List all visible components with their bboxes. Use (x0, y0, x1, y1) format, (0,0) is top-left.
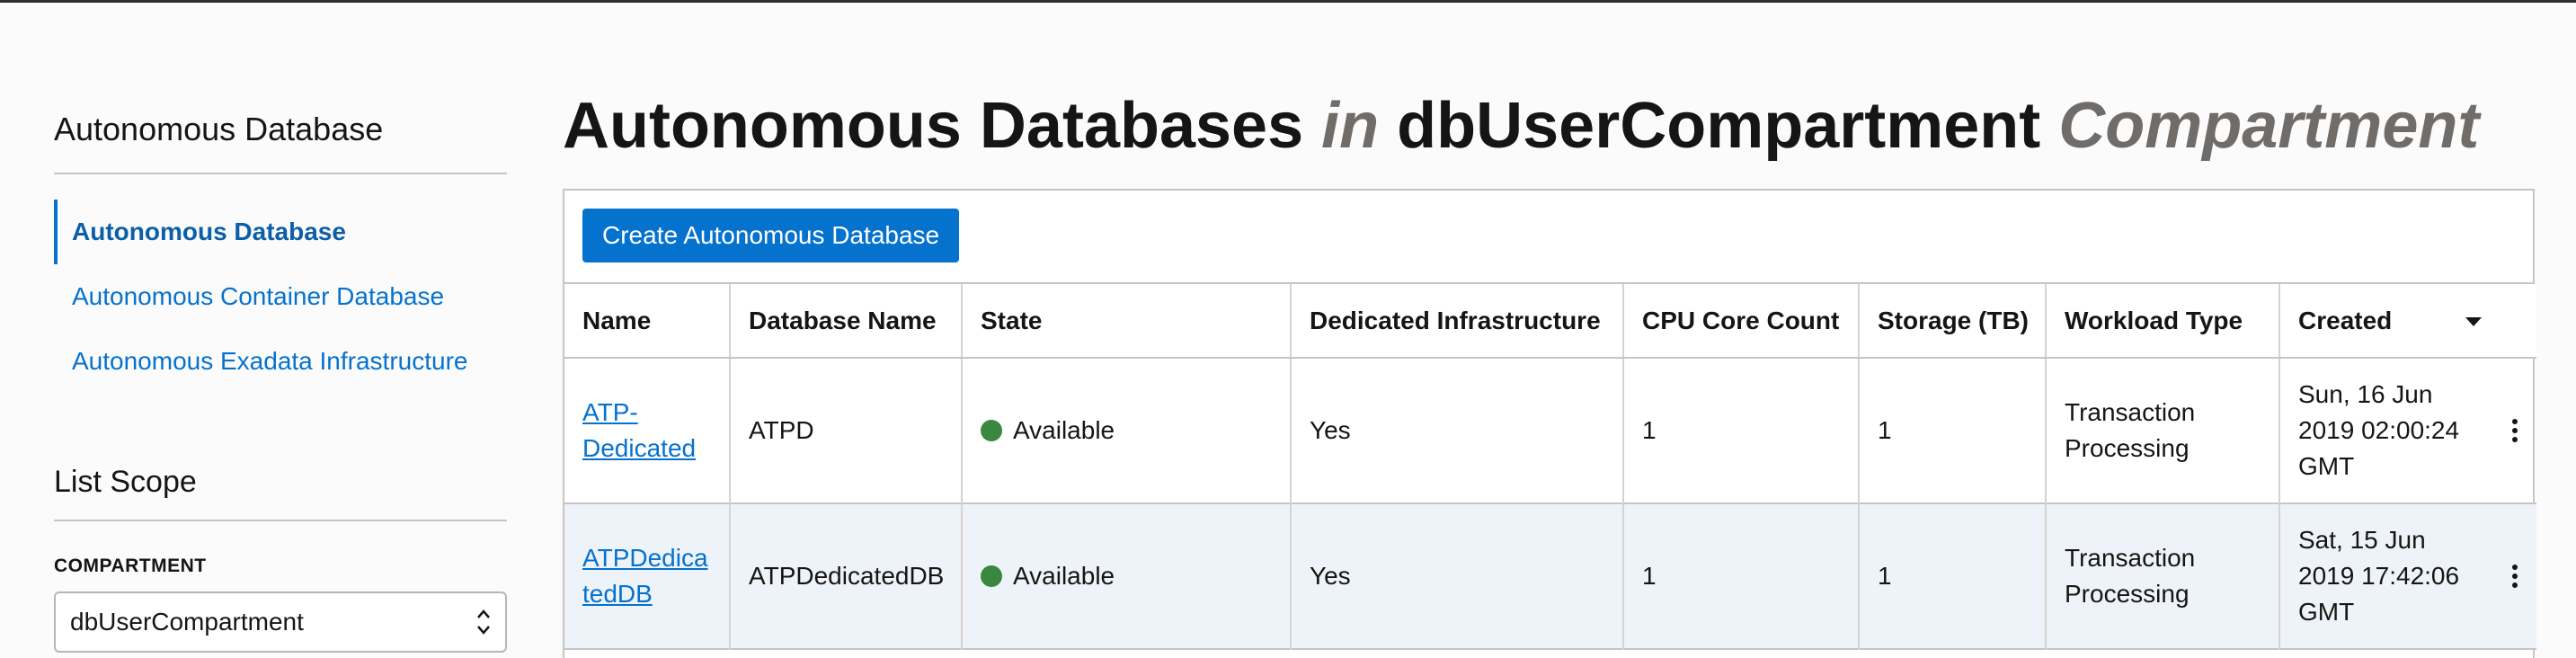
cell-name: ATP- Dedicated (564, 358, 731, 503)
cell-storage: 1 (1859, 358, 2047, 503)
workload-text: Processing (2065, 580, 2190, 608)
column-header-created-label: Created (2298, 306, 2393, 334)
cell-database-name: ATPD (730, 358, 963, 503)
database-link-text: tedDB (582, 580, 653, 608)
cell-cpu: 1 (1623, 358, 1860, 503)
cell-workload: Transaction Processing (2046, 358, 2280, 503)
compartment-select-value: dbUserCompartment (70, 608, 304, 636)
created-text: 2019 17:42:06 (2298, 562, 2460, 590)
column-header-created[interactable]: Created (2279, 284, 2536, 359)
created-text: Sun, 16 Jun (2298, 380, 2433, 408)
column-header-cpu-core-count[interactable]: CPU Core Count (1623, 284, 1860, 359)
databases-panel: Create Autonomous Database Name Database… (563, 189, 2536, 658)
column-header-workload-type[interactable]: Workload Type (2046, 284, 2280, 359)
cell-name: ATPDedica tedDB (564, 503, 731, 649)
page-title-suffix: Compartment (2058, 90, 2480, 162)
sidebar-item-autonomous-database[interactable]: Autonomous Database (54, 200, 507, 264)
list-scope-title: List Scope (54, 465, 197, 499)
state-text: Available (1013, 562, 1115, 590)
column-header-database-name[interactable]: Database Name (730, 284, 963, 359)
row-actions-kebab-icon[interactable] (2506, 417, 2524, 444)
page-title-main: Autonomous Databases (563, 90, 1304, 162)
workload-text: Transaction (2065, 544, 2196, 572)
sidebar: Autonomous Database Autonomous Database … (54, 86, 507, 658)
column-header-storage[interactable]: Storage (TB) (1859, 284, 2047, 359)
databases-table: Name Database Name State Dedicated Infra… (564, 284, 2536, 650)
database-link-text: ATP- (582, 398, 638, 426)
cell-state: Available (962, 358, 1292, 503)
table-row: ATPDedica tedDB ATPDedicatedDB Available … (564, 503, 2536, 649)
column-header-dedicated-infrastructure[interactable]: Dedicated Infrastructure (1291, 284, 1624, 359)
created-text: 2019 02:00:24 (2298, 416, 2460, 444)
status-available-icon (981, 419, 1002, 441)
cell-dedicated: Yes (1291, 503, 1624, 649)
workload-text: Transaction (2065, 398, 2196, 426)
table-header-row: Name Database Name State Dedicated Infra… (564, 284, 2536, 359)
compartment-select[interactable]: dbUserCompartment (54, 591, 507, 653)
sidebar-item-autonomous-exadata-infrastructure[interactable]: Autonomous Exadata Infrastructure (54, 329, 507, 394)
chevron-up-down-icon (477, 609, 490, 635)
row-actions-kebab-icon[interactable] (2506, 563, 2524, 590)
database-link-text: Dedicated (582, 434, 697, 462)
created-text: GMT (2298, 598, 2355, 626)
column-header-state[interactable]: State (962, 284, 1292, 359)
created-text: GMT (2298, 452, 2355, 480)
cell-dedicated: Yes (1291, 358, 1624, 503)
sort-descending-icon[interactable] (2465, 317, 2483, 327)
top-bar (0, 0, 2576, 3)
cell-state: Available (962, 503, 1292, 649)
table-row: ATP- Dedicated ATPD Available Yes 1 1 Tra… (564, 358, 2536, 503)
cell-cpu: 1 (1623, 503, 1860, 649)
database-link[interactable]: ATP- Dedicated (582, 398, 696, 462)
state-text: Available (1013, 416, 1115, 444)
sidebar-nav: Autonomous Database Autonomous Container… (54, 200, 507, 394)
cell-created: Sat, 15 Jun 2019 17:42:06 GMT (2279, 503, 2536, 649)
created-text: Sat, 15 Jun (2298, 526, 2426, 554)
cell-workload: Transaction Processing (2046, 503, 2280, 649)
sidebar-title: Autonomous Database (54, 111, 384, 147)
create-autonomous-database-button[interactable]: Create Autonomous Database (582, 209, 960, 262)
divider (54, 520, 507, 521)
cell-storage: 1 (1859, 503, 2047, 649)
page-title: Autonomous Databases in dbUserCompartmen… (563, 88, 2479, 164)
database-link-text: ATPDedica (582, 544, 708, 572)
column-header-name[interactable]: Name (564, 284, 731, 359)
toolbar: Create Autonomous Database (564, 191, 2533, 284)
database-link[interactable]: ATPDedica tedDB (582, 544, 708, 608)
cell-created: Sun, 16 Jun 2019 02:00:24 GMT (2279, 358, 2536, 503)
sidebar-item-autonomous-container-database[interactable]: Autonomous Container Database (54, 264, 507, 329)
workload-text: Processing (2065, 434, 2190, 462)
compartment-label: COMPARTMENT (54, 556, 207, 576)
page-title-compartment: dbUserCompartment (1397, 90, 2041, 162)
divider (54, 173, 507, 174)
page-title-in: in (1321, 90, 1380, 162)
status-available-icon (981, 565, 1002, 587)
cell-database-name: ATPDedicatedDB (730, 503, 963, 649)
